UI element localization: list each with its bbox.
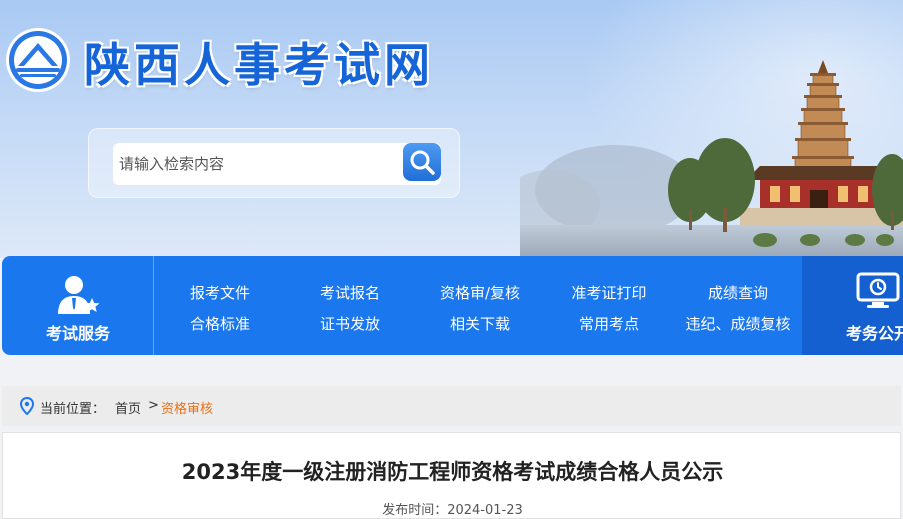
publish-label: 发布时间： (382, 503, 448, 518)
search-icon (410, 150, 435, 175)
breadcrumb: 当前位置： 首页 > 资格审核 (2, 386, 901, 426)
nav-link-admission-ticket[interactable]: 准考证打印 (544, 282, 674, 303)
publish-date: 2024-01-23 (447, 503, 523, 518)
exam-affairs-label: 考务公开 (846, 324, 903, 343)
nav-links: 报考文件 考试报名 资格审/复核 准考证打印 成绩查询 合格标准 证书发放 相关… (154, 256, 802, 355)
search-input[interactable] (119, 149, 399, 179)
search-button[interactable] (403, 143, 441, 181)
article-meta: 发布时间：2024-01-23 (3, 499, 902, 518)
nav-link-downloads[interactable]: 相关下载 (415, 313, 545, 334)
breadcrumb-current[interactable]: 资格审核 (161, 398, 213, 417)
nav-link-exam-sites[interactable]: 常用考点 (544, 313, 674, 334)
nav-link-score-query[interactable]: 成绩查询 (673, 282, 803, 303)
search-field-wrapper (113, 143, 441, 185)
article-title: 2023年度一级注册消防工程师资格考试成绩合格人员公示 (181, 460, 724, 484)
user-service-icon (58, 276, 100, 314)
site-title[interactable]: 陕西人事考试网 (84, 29, 434, 95)
breadcrumb-separator: > (148, 398, 159, 413)
main-nav: 考试服务 报考文件 考试报名 资格审/复核 准考证打印 成绩查询 合格标准 证书… (2, 256, 903, 355)
nav-link-violation-review[interactable]: 违纪、成绩复核 (673, 313, 803, 334)
nav-link-qualification-review[interactable]: 资格审/复核 (415, 282, 545, 303)
exam-service-panel[interactable]: 考试服务 (2, 256, 154, 355)
nav-link-pass-standard[interactable]: 合格标准 (155, 313, 285, 334)
search-panel (88, 128, 460, 198)
nav-link-certificate-issue[interactable]: 证书发放 (285, 313, 415, 334)
breadcrumb-home[interactable]: 首页 (115, 398, 141, 417)
breadcrumb-prefix: 当前位置： (40, 402, 106, 417)
exam-affairs-panel[interactable]: 考务公开 (802, 256, 903, 355)
exam-service-label: 考试服务 (45, 324, 110, 343)
monitor-clock-icon (856, 272, 900, 308)
article-panel: 2023年度一级注册消防工程师资格考试成绩合格人员公示 发布时间：2024-01… (2, 432, 901, 519)
nav-link-registration[interactable]: 考试报名 (285, 282, 415, 303)
pagoda-illustration (520, 60, 903, 258)
nav-link-application-docs[interactable]: 报考文件 (155, 282, 285, 303)
emblem-icon (6, 28, 70, 92)
location-pin-icon (20, 397, 34, 415)
header-banner: 陕西人事考试网 (0, 0, 903, 258)
